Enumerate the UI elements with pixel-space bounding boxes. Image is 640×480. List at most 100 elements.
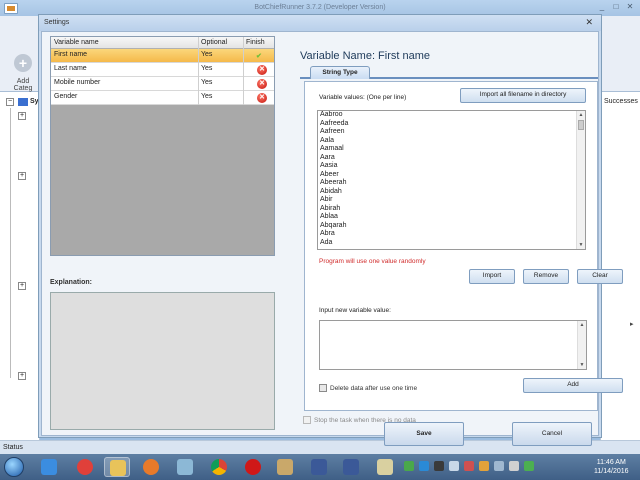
dialog-close-button[interactable]: ✕ bbox=[585, 17, 593, 28]
add-category-button[interactable]: + Add Categ bbox=[8, 54, 38, 92]
values-scrollbar[interactable]: ▲ ▼ bbox=[576, 111, 585, 249]
dialog-body: Variable name Optional Finish First name… bbox=[41, 31, 623, 446]
string-type-pane: Variable values: (One per line) Import a… bbox=[304, 81, 623, 411]
taskbar-app-facebook[interactable] bbox=[306, 457, 332, 477]
minimize-button[interactable]: _ bbox=[596, 2, 608, 12]
list-item[interactable]: Aara bbox=[318, 154, 585, 163]
taskbar-app-firefox[interactable] bbox=[138, 457, 164, 477]
cancel-button[interactable]: Cancel bbox=[512, 422, 592, 446]
taskbar-app-facebook[interactable] bbox=[338, 457, 364, 477]
values-list[interactable]: Aabroo Aafreeda Aafreen Aala Aamaal Aara Aasia… bbox=[317, 110, 586, 250]
column-header-name[interactable]: Variable name bbox=[54, 39, 99, 46]
scroll-up-icon[interactable]: ▲ bbox=[577, 111, 585, 119]
save-button[interactable]: Save bbox=[384, 422, 464, 446]
new-value-label: Input new variable value: bbox=[319, 307, 391, 314]
folder-icon bbox=[110, 460, 126, 476]
dialog-titlebar[interactable]: Settings ✕ bbox=[39, 15, 601, 31]
tree-expander[interactable]: + bbox=[18, 372, 26, 380]
add-button[interactable]: Add bbox=[523, 378, 623, 393]
checkmark-icon: ✔ bbox=[256, 53, 262, 60]
delete-after-use-checkbox[interactable] bbox=[319, 384, 327, 392]
volume-icon[interactable] bbox=[509, 461, 519, 471]
scroll-thumb[interactable] bbox=[578, 120, 584, 130]
facebook-icon bbox=[343, 459, 359, 475]
stop-task-checkbox[interactable] bbox=[303, 416, 311, 424]
tree-expander[interactable]: + bbox=[18, 172, 26, 180]
taskbar-app-opera[interactable] bbox=[240, 457, 266, 477]
column-divider bbox=[198, 37, 199, 105]
delete-after-use-option[interactable]: Delete data after use one time bbox=[319, 384, 417, 392]
list-item[interactable]: Ablaa bbox=[318, 213, 585, 222]
delete-after-use-label: Delete data after use one time bbox=[330, 384, 418, 392]
random-warning: Program will use one value randomly bbox=[319, 258, 426, 265]
taskbar-app-tablet[interactable] bbox=[172, 457, 198, 477]
list-item[interactable]: Aala bbox=[318, 137, 585, 146]
list-item[interactable]: Aabroo bbox=[318, 111, 585, 120]
list-item[interactable]: Abir bbox=[318, 196, 585, 205]
list-item[interactable]: Aamaal bbox=[318, 145, 585, 154]
status-text: Status bbox=[3, 444, 23, 451]
start-button[interactable] bbox=[4, 457, 24, 477]
successes-column-header[interactable]: Successes bbox=[604, 98, 638, 105]
table-header: Variable name Optional Finish bbox=[51, 37, 274, 49]
scroll-right-icon[interactable]: ▸ bbox=[630, 320, 634, 328]
list-item[interactable]: Abeer bbox=[318, 171, 585, 180]
tray-icon[interactable] bbox=[464, 461, 474, 471]
list-item[interactable]: Abidah bbox=[318, 188, 585, 197]
tray-icon[interactable] bbox=[419, 461, 429, 471]
import-all-button[interactable]: Import all filename in directory bbox=[460, 88, 586, 103]
taskbar-app-notes[interactable] bbox=[372, 457, 398, 477]
list-item[interactable]: Ada bbox=[318, 239, 585, 248]
taskbar-app-media[interactable] bbox=[72, 457, 98, 477]
tree-expander[interactable]: + bbox=[18, 282, 26, 290]
maximize-button[interactable]: □ bbox=[610, 2, 622, 12]
list-item[interactable]: Aafreen bbox=[318, 128, 585, 137]
bluetooth-icon[interactable] bbox=[434, 461, 444, 471]
row-optional: Yes bbox=[201, 65, 213, 72]
error-icon: ✕ bbox=[257, 65, 267, 75]
taskbar-app-chrome[interactable] bbox=[206, 457, 232, 477]
category-tree[interactable]: − Sy + + + + bbox=[0, 92, 40, 440]
scroll-down-icon[interactable]: ▼ bbox=[577, 241, 585, 249]
input-scrollbar[interactable]: ▲ ▼ bbox=[577, 321, 586, 369]
tree-expander[interactable]: − bbox=[6, 98, 14, 106]
system-tray bbox=[404, 461, 534, 471]
remove-button[interactable]: Remove bbox=[523, 269, 569, 284]
clock[interactable]: 11:46 AM 11/14/2016 bbox=[594, 458, 629, 476]
list-item[interactable]: Abra bbox=[318, 230, 585, 239]
table-row[interactable]: Last name Yes ✕ bbox=[51, 63, 274, 77]
table-row[interactable]: Mobile number Yes ✕ bbox=[51, 77, 274, 91]
close-button[interactable]: ✕ bbox=[624, 2, 636, 12]
row-name: Gender bbox=[54, 93, 78, 100]
tree-expander[interactable]: + bbox=[18, 112, 26, 120]
taskbar-app-file-manager[interactable] bbox=[104, 457, 130, 477]
import-button[interactable]: Import bbox=[469, 269, 515, 284]
tray-icon[interactable] bbox=[404, 461, 414, 471]
new-value-input[interactable]: ▲ ▼ bbox=[319, 320, 587, 370]
list-item[interactable]: Abeerah bbox=[318, 179, 585, 188]
row-name: Mobile number bbox=[54, 79, 101, 86]
flag-icon[interactable] bbox=[494, 461, 504, 471]
scroll-down-icon[interactable]: ▼ bbox=[578, 361, 586, 369]
dialog-title: Settings bbox=[44, 19, 70, 26]
list-item[interactable]: Abirah bbox=[318, 205, 585, 214]
tray-icon[interactable] bbox=[479, 461, 489, 471]
list-item[interactable]: Aafreeda bbox=[318, 120, 585, 129]
list-item[interactable]: Abqarah bbox=[318, 222, 585, 231]
clear-button[interactable]: Clear bbox=[577, 269, 623, 284]
error-icon: ✕ bbox=[257, 79, 267, 89]
row-name: First name bbox=[54, 51, 88, 58]
settings-dialog: Settings ✕ Variable name Optional Finish… bbox=[38, 14, 623, 446]
battery-icon[interactable] bbox=[524, 461, 534, 471]
column-header-optional[interactable]: Optional bbox=[201, 39, 227, 46]
scroll-up-icon[interactable]: ▲ bbox=[578, 321, 586, 329]
list-item[interactable]: Aasia bbox=[318, 162, 585, 171]
taskbar-app-paint[interactable] bbox=[272, 457, 298, 477]
paint-icon bbox=[277, 459, 293, 475]
tab-string-type[interactable]: String Type bbox=[310, 66, 370, 79]
column-header-finish[interactable]: Finish bbox=[246, 39, 265, 46]
table-row[interactable]: Gender Yes ✕ bbox=[51, 91, 274, 105]
network-icon[interactable] bbox=[449, 461, 459, 471]
taskbar-app-explorer[interactable] bbox=[36, 457, 62, 477]
table-row[interactable]: First name Yes ✔ bbox=[51, 49, 274, 63]
